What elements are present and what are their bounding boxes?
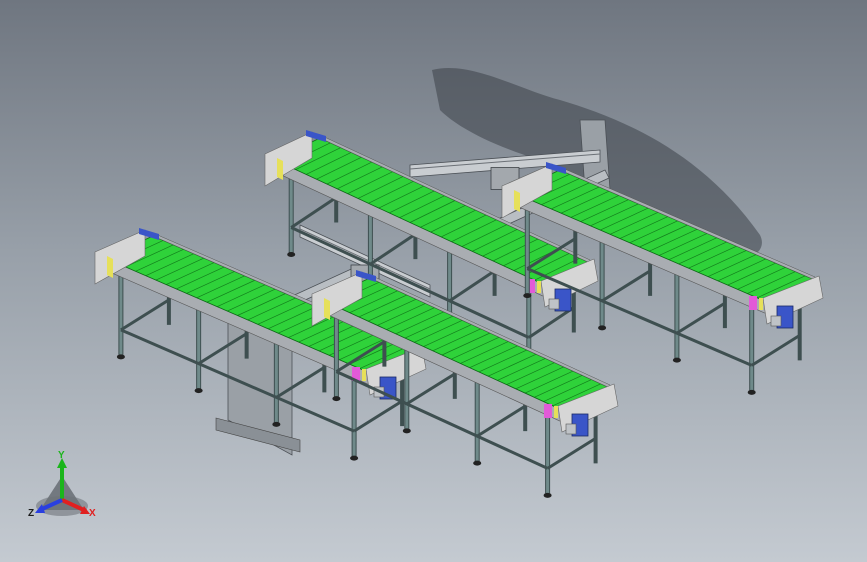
triad-x-label: X [89,508,96,519]
triad-y-label: Y [58,450,65,461]
cad-viewport[interactable]: Y X Z [0,0,867,562]
triad-z-label: Z [28,508,34,519]
orientation-triad: Y X Z [28,450,96,519]
